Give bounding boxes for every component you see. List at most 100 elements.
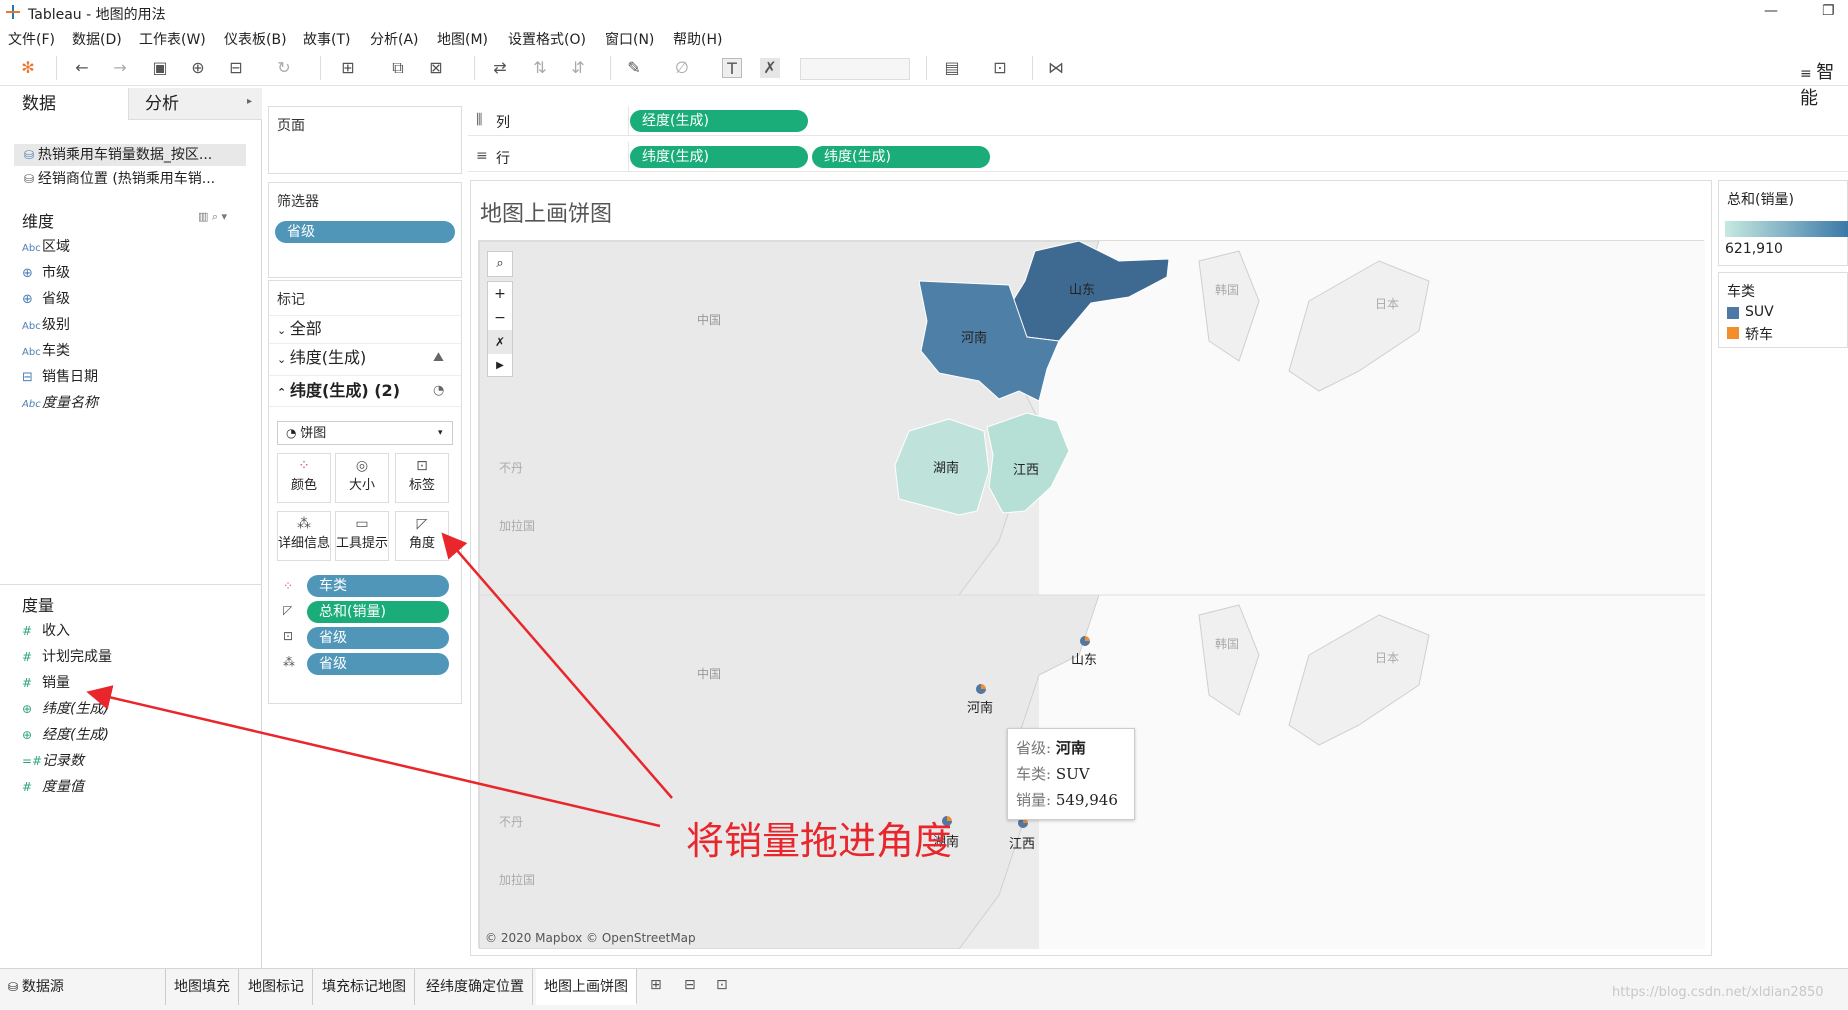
- show-labels-icon[interactable]: T: [722, 58, 742, 78]
- datasource-tab[interactable]: ⛁ 数据源: [0, 969, 166, 1005]
- fix-axes-icon[interactable]: ✗: [760, 58, 780, 78]
- sort-desc-icon[interactable]: ⇵: [568, 58, 588, 78]
- marks-section-lat-2[interactable]: ⌃ 纬度(生成) (2) ◔: [269, 375, 461, 407]
- field-measure-sales[interactable]: # 销量: [22, 672, 70, 694]
- mark-pill-detail[interactable]: 省级: [307, 653, 449, 675]
- save-icon[interactable]: ▣: [150, 58, 170, 78]
- mark-pill-angle[interactable]: 总和(销量): [307, 601, 449, 623]
- sheet-tab[interactable]: 填充标记地图: [314, 969, 415, 1005]
- expand-icon[interactable]: ▶: [488, 354, 512, 378]
- map-search-icon[interactable]: ⌕: [487, 251, 513, 277]
- new-worksheet-icon[interactable]: ⊞: [338, 58, 358, 78]
- field-measure[interactable]: ⊕ 经度(生成): [22, 724, 109, 746]
- sort-asc-icon[interactable]: ⇅: [530, 58, 550, 78]
- menu-data[interactable]: 数据(D): [72, 29, 122, 49]
- menu-help[interactable]: 帮助(H): [673, 29, 722, 49]
- menu-map[interactable]: 地图(M): [437, 29, 488, 49]
- map-label-henan-pie: 河南: [967, 701, 994, 716]
- color-legend[interactable]: 总和(销量) 621,910: [1718, 180, 1848, 266]
- group-icon[interactable]: ∅: [672, 58, 692, 78]
- fit-dropdown[interactable]: [800, 58, 910, 80]
- undo-icon[interactable]: ←: [72, 58, 92, 78]
- color-gradient: [1725, 221, 1848, 237]
- angle-button[interactable]: ◸ 角度: [395, 511, 449, 561]
- label-button[interactable]: ⊡ 标签: [395, 453, 449, 503]
- minimize-icon[interactable]: —: [1764, 3, 1778, 19]
- column-pill-longitude[interactable]: 经度(生成): [630, 110, 808, 132]
- new-datasource-icon[interactable]: ⊕: [188, 58, 208, 78]
- mark-type-dropdown[interactable]: ◔ 饼图 ▾: [277, 421, 453, 445]
- menu-file[interactable]: 文件(F): [8, 29, 55, 49]
- marks-card: 标记 ⌄ 全部 ⌄ 纬度(生成) ⛰ ⌃ 纬度(生成) (2) ◔ ◔ 饼图 ▾…: [268, 280, 462, 704]
- menu-worksheet[interactable]: 工作表(W): [139, 29, 206, 49]
- dimension-tools-icon[interactable]: ▥ ⌕ ▾: [198, 210, 227, 224]
- rows-shelf[interactable]: ≡ 行 纬度(生成) 纬度(生成): [468, 142, 1848, 172]
- new-dashboard-tab-icon[interactable]: ⊟: [684, 977, 696, 993]
- field-measure[interactable]: # 收入: [22, 620, 70, 642]
- pause-updates-icon[interactable]: ⊟: [226, 58, 246, 78]
- mark-pill-label[interactable]: 省级: [307, 627, 449, 649]
- menu-story[interactable]: 故事(T): [303, 29, 350, 49]
- field-measure[interactable]: ⊕ 纬度(生成): [22, 698, 109, 720]
- menu-dashboard[interactable]: 仪表板(B): [224, 29, 287, 49]
- share-icon[interactable]: ⋈: [1046, 58, 1066, 78]
- category-legend[interactable]: 车类 SUV 轿车: [1718, 272, 1848, 348]
- mark-pill-color[interactable]: 车类: [307, 575, 449, 597]
- swap-icon[interactable]: ⇄: [490, 58, 510, 78]
- highlight-icon[interactable]: ✎: [624, 58, 644, 78]
- show-me-button[interactable]: ≡ 智能: [1800, 58, 1848, 110]
- field-dimension[interactable]: Abc车类: [22, 340, 70, 362]
- redo-icon[interactable]: →: [110, 58, 130, 78]
- menu-window[interactable]: 窗口(N): [605, 29, 654, 49]
- map-area[interactable]: 山东 河南 湖南 江西 中国 韩国 日本 不丹 加拉国 山东 河南 湖南 江西 …: [478, 240, 1705, 950]
- menu-analysis[interactable]: 分析(A): [370, 29, 419, 49]
- sheet-tab[interactable]: 地图标记: [240, 969, 313, 1005]
- pie-mark-icon: ◔: [433, 383, 445, 398]
- pages-shelf[interactable]: 页面: [268, 106, 462, 174]
- show-cards-icon[interactable]: ▤: [942, 58, 962, 78]
- field-dimension[interactable]: ⊕ 市级: [22, 262, 70, 284]
- pan-lock-icon[interactable]: ✗: [488, 330, 512, 354]
- clear-sheet-icon[interactable]: ⊠: [426, 58, 446, 78]
- menu-format[interactable]: 设置格式(O): [508, 29, 586, 49]
- new-story-tab-icon[interactable]: ⊡: [716, 977, 728, 993]
- restore-icon[interactable]: ❐: [1822, 3, 1835, 19]
- worksheet-title: 地图上画饼图: [480, 202, 613, 227]
- sheet-tab-active[interactable]: 地图上画饼图: [536, 969, 637, 1005]
- marks-section-all[interactable]: ⌄ 全部: [269, 315, 461, 341]
- filter-pill[interactable]: 省级: [275, 221, 455, 243]
- row-pill-latitude-2[interactable]: 纬度(生成): [812, 146, 990, 168]
- zoom-in-icon[interactable]: +: [488, 282, 512, 306]
- field-dimension[interactable]: ⊟ 销售日期: [22, 366, 98, 388]
- sheet-tab[interactable]: 地图填充: [166, 969, 239, 1005]
- sheet-tab[interactable]: 经纬度确定位置: [418, 969, 533, 1005]
- presentation-icon[interactable]: ⊡: [990, 58, 1010, 78]
- detail-button[interactable]: ⁂ 详细信息: [277, 511, 331, 561]
- tableau-icon[interactable]: ✻: [18, 58, 38, 78]
- field-dimension[interactable]: Abc度量名称: [22, 392, 98, 414]
- toolbar: ✻ ← → ▣ ⊕ ⊟ ↻ ⊞ ⧉ ⊠ ⇄ ⇅ ⇵ ✎ ∅ T ✗ ▤ ⊡ ⋈ …: [0, 50, 1848, 109]
- zoom-out-icon[interactable]: −: [488, 306, 512, 330]
- field-dimension[interactable]: Abc区域: [22, 236, 70, 258]
- field-measure[interactable]: # 度量值: [22, 776, 84, 798]
- field-measure[interactable]: =#记录数: [22, 750, 84, 772]
- field-dimension[interactable]: ⊕ 省级: [22, 288, 70, 310]
- datasource-secondary[interactable]: ⛁ 经销商位置 (热销乘用车销...: [14, 168, 246, 190]
- datasource-primary[interactable]: ⛁ 热销乘用车销量数据_按区...: [14, 144, 246, 166]
- refresh-icon[interactable]: ↻: [274, 58, 294, 78]
- columns-shelf[interactable]: ⫼ 列 经度(生成): [468, 106, 1848, 136]
- marks-section-lat[interactable]: ⌄ 纬度(生成) ⛰: [269, 343, 461, 373]
- new-worksheet-tab-icon[interactable]: ⊞: [650, 977, 662, 993]
- field-measure[interactable]: # 计划完成量: [22, 646, 112, 668]
- size-button[interactable]: ◎ 大小: [335, 453, 389, 503]
- tab-data[interactable]: 数据: [0, 88, 128, 120]
- duplicate-sheet-icon[interactable]: ⧉: [388, 58, 408, 78]
- filters-shelf[interactable]: 筛选器 省级: [268, 182, 462, 278]
- pie-henan: [976, 684, 986, 694]
- color-button[interactable]: ⁘ 颜色: [277, 453, 331, 503]
- tab-menu-icon[interactable]: ▸: [247, 96, 252, 107]
- field-dimension[interactable]: Abc级别: [22, 314, 70, 336]
- tooltip-button[interactable]: ▭ 工具提示: [335, 511, 389, 561]
- tab-analysis[interactable]: 分析 ▸: [128, 88, 262, 120]
- row-pill-latitude-1[interactable]: 纬度(生成): [630, 146, 808, 168]
